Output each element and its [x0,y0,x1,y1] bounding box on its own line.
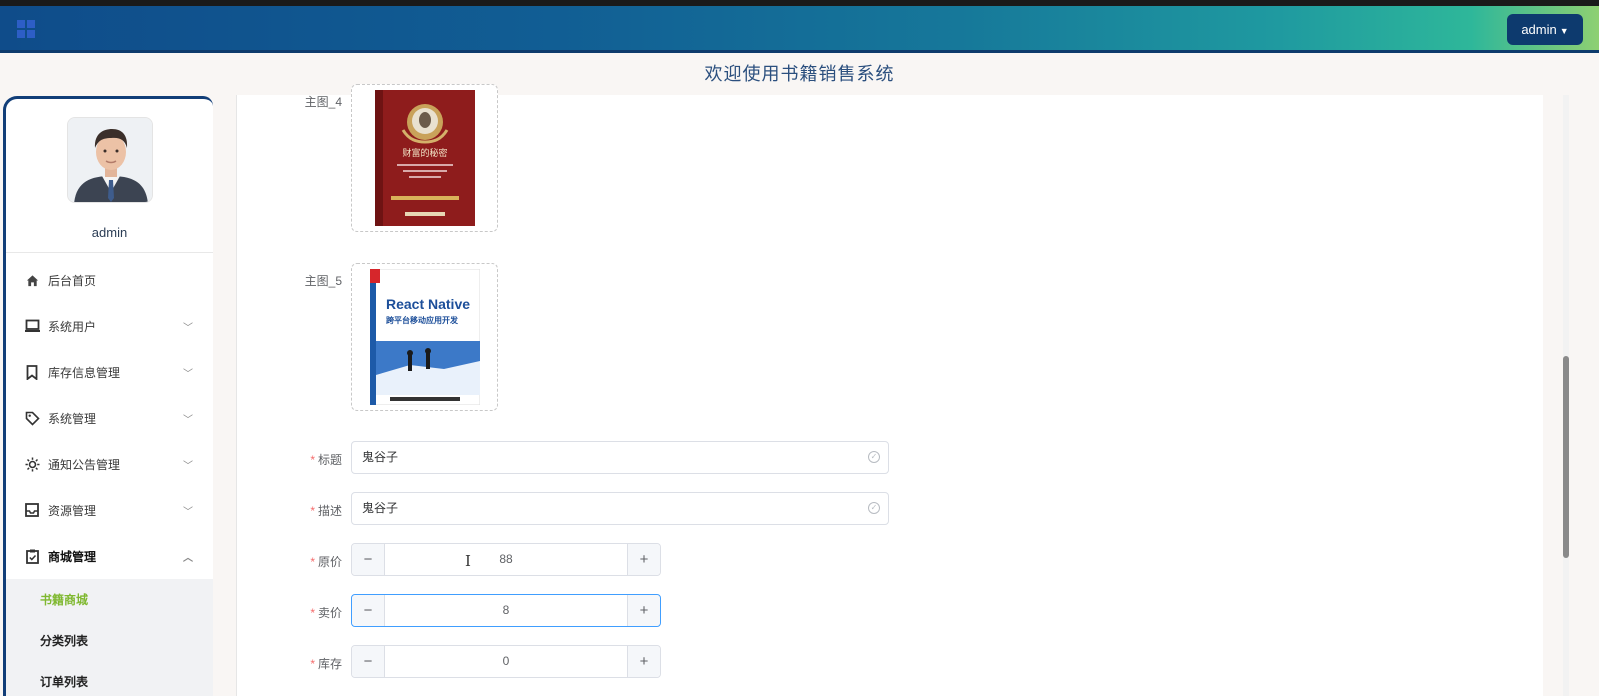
required-mark: * [310,657,315,671]
title-input-value: 鬼谷子 [362,450,399,464]
sidebar-item-announcements[interactable]: 通知公告管理 ﹀ [6,441,213,487]
book-cover-5-title: React Native [385,296,469,312]
stock-label: * 库存 [262,655,342,672]
book-cover-5-subtitle: 跨平台移动应用开发 [386,315,459,325]
sidebar-item-dashboard[interactable]: 后台首页 [6,257,213,303]
welcome-text: 欢迎使用书籍销售系统 [704,64,895,84]
sidebar-menu: 后台首页 系统用户 ﹀ 库存信息管理 ﹀ 系统管理 ﹀ 通知公告管理 ﹀ 资源管… [6,257,213,696]
sidebar-item-resources[interactable]: 资源管理 ﹀ [6,487,213,533]
sale-price-label-text: 卖价 [317,606,342,620]
image-4-upload[interactable]: 财富的秘密 [351,84,498,232]
sidebar-item-shop-management[interactable]: 商城管理 ︿ [6,533,213,579]
bookmark-icon [24,364,40,380]
sale-price-decrement-button[interactable]: − [352,595,385,626]
sidebar-item-label: 通知公告管理 [48,457,121,472]
image-5-label-text: 主图_5 [304,274,342,288]
sidebar-item-label: 系统管理 [48,411,97,426]
original-price-decrement-button[interactable]: − [352,544,385,575]
required-mark: * [310,453,315,467]
description-input-value: 鬼谷子 [362,501,399,515]
original-price-increment-button[interactable]: + [627,544,660,575]
stock-value[interactable]: 0 [385,646,627,677]
apps-grid-icon[interactable] [17,20,35,38]
welcome-banner: 欢迎使用书籍销售系统 [0,53,1599,95]
original-price-label-text: 原价 [317,555,342,569]
stock-stepper[interactable]: − 0 + [351,645,661,678]
user-menu-label: admin [1521,22,1557,37]
submenu-item-category-list[interactable]: 分类列表 [6,620,213,661]
clipboard-icon [24,548,40,564]
image-4-label: 主图_4 [262,93,342,110]
home-icon [24,272,40,288]
required-mark: * [310,555,315,569]
original-price-stepper[interactable]: − 88 + [351,543,661,576]
original-price-label: * 原价 [262,553,342,570]
book-cover-4-title: 财富的秘密 [402,147,447,159]
submenu-item-order-list[interactable]: 订单列表 [6,661,213,696]
image-5-upload[interactable]: React Native 跨平台移动应用开发 [351,263,498,411]
check-circle-icon: ✓ [868,451,880,463]
chevron-up-icon: ︿ [183,553,193,564]
sidebar-item-system-users[interactable]: 系统用户 ﹀ [6,303,213,349]
stock-decrement-button[interactable]: − [352,646,385,677]
user-menu-button[interactable]: admin ▼ [1507,14,1583,45]
chevron-down-icon: ﹀ [183,461,193,472]
chevron-down-icon: ﹀ [183,415,193,426]
avatar [67,117,153,203]
sale-price-label: * 卖价 [262,604,342,621]
tag-icon [24,410,40,426]
sidebar-username: admin [91,225,128,240]
stock-label-text: 库存 [317,657,342,671]
stock-increment-button[interactable]: + [627,646,660,677]
scrollbar-thumb[interactable] [1563,356,1569,558]
inbox-icon [24,502,40,518]
shop-submenu: 书籍商城 分类列表 订单列表 [6,579,213,696]
text-cursor-icon: I [465,552,471,570]
description-label: * 描述 [262,502,342,519]
sidebar-item-label: 资源管理 [48,503,97,518]
book-cover-5-image: React Native 跨平台移动应用开发 [369,269,480,405]
check-circle-icon: ✓ [868,502,880,514]
description-input[interactable]: 鬼谷子 ✓ [351,492,889,525]
chevron-down-icon: ▼ [1559,25,1569,36]
laptop-icon [24,318,40,334]
chevron-down-icon: ﹀ [183,323,193,334]
sale-price-increment-button[interactable]: + [627,595,660,626]
sidebar-item-label: 系统用户 [48,319,97,334]
chevron-down-icon: ﹀ [183,369,193,380]
sale-price-value[interactable]: 8 [385,595,627,626]
title-label-text: 标题 [317,453,342,467]
sidebar-divider [6,252,213,253]
sidebar-item-inventory[interactable]: 库存信息管理 ﹀ [6,349,213,395]
original-price-value[interactable]: 88 [385,544,627,575]
image-4-label-text: 主图_4 [304,95,342,109]
sidebar-item-label: 后台首页 [48,273,97,288]
required-mark: * [310,606,315,620]
sidebar: admin 后台首页 系统用户 ﹀ 库存信息管理 ﹀ 系统管理 ﹀ 通知公告管理… [3,96,213,696]
image-5-label: 主图_5 [262,272,342,289]
required-mark: * [310,504,315,518]
book-cover-4-image: 财富的秘密 [374,90,475,226]
sun-icon [24,456,40,472]
chevron-down-icon: ﹀ [183,507,193,518]
sale-price-stepper[interactable]: − 8 + [351,594,661,627]
title-label: * 标题 [262,451,342,468]
top-bar: admin ▼ [0,0,1599,53]
submenu-item-book-shop[interactable]: 书籍商城 [6,579,213,620]
sidebar-item-label: 库存信息管理 [48,365,121,380]
sidebar-item-label: 商城管理 [48,549,97,564]
description-label-text: 描述 [317,504,342,518]
title-input[interactable]: 鬼谷子 ✓ [351,441,889,474]
sidebar-item-system-management[interactable]: 系统管理 ﹀ [6,395,213,441]
